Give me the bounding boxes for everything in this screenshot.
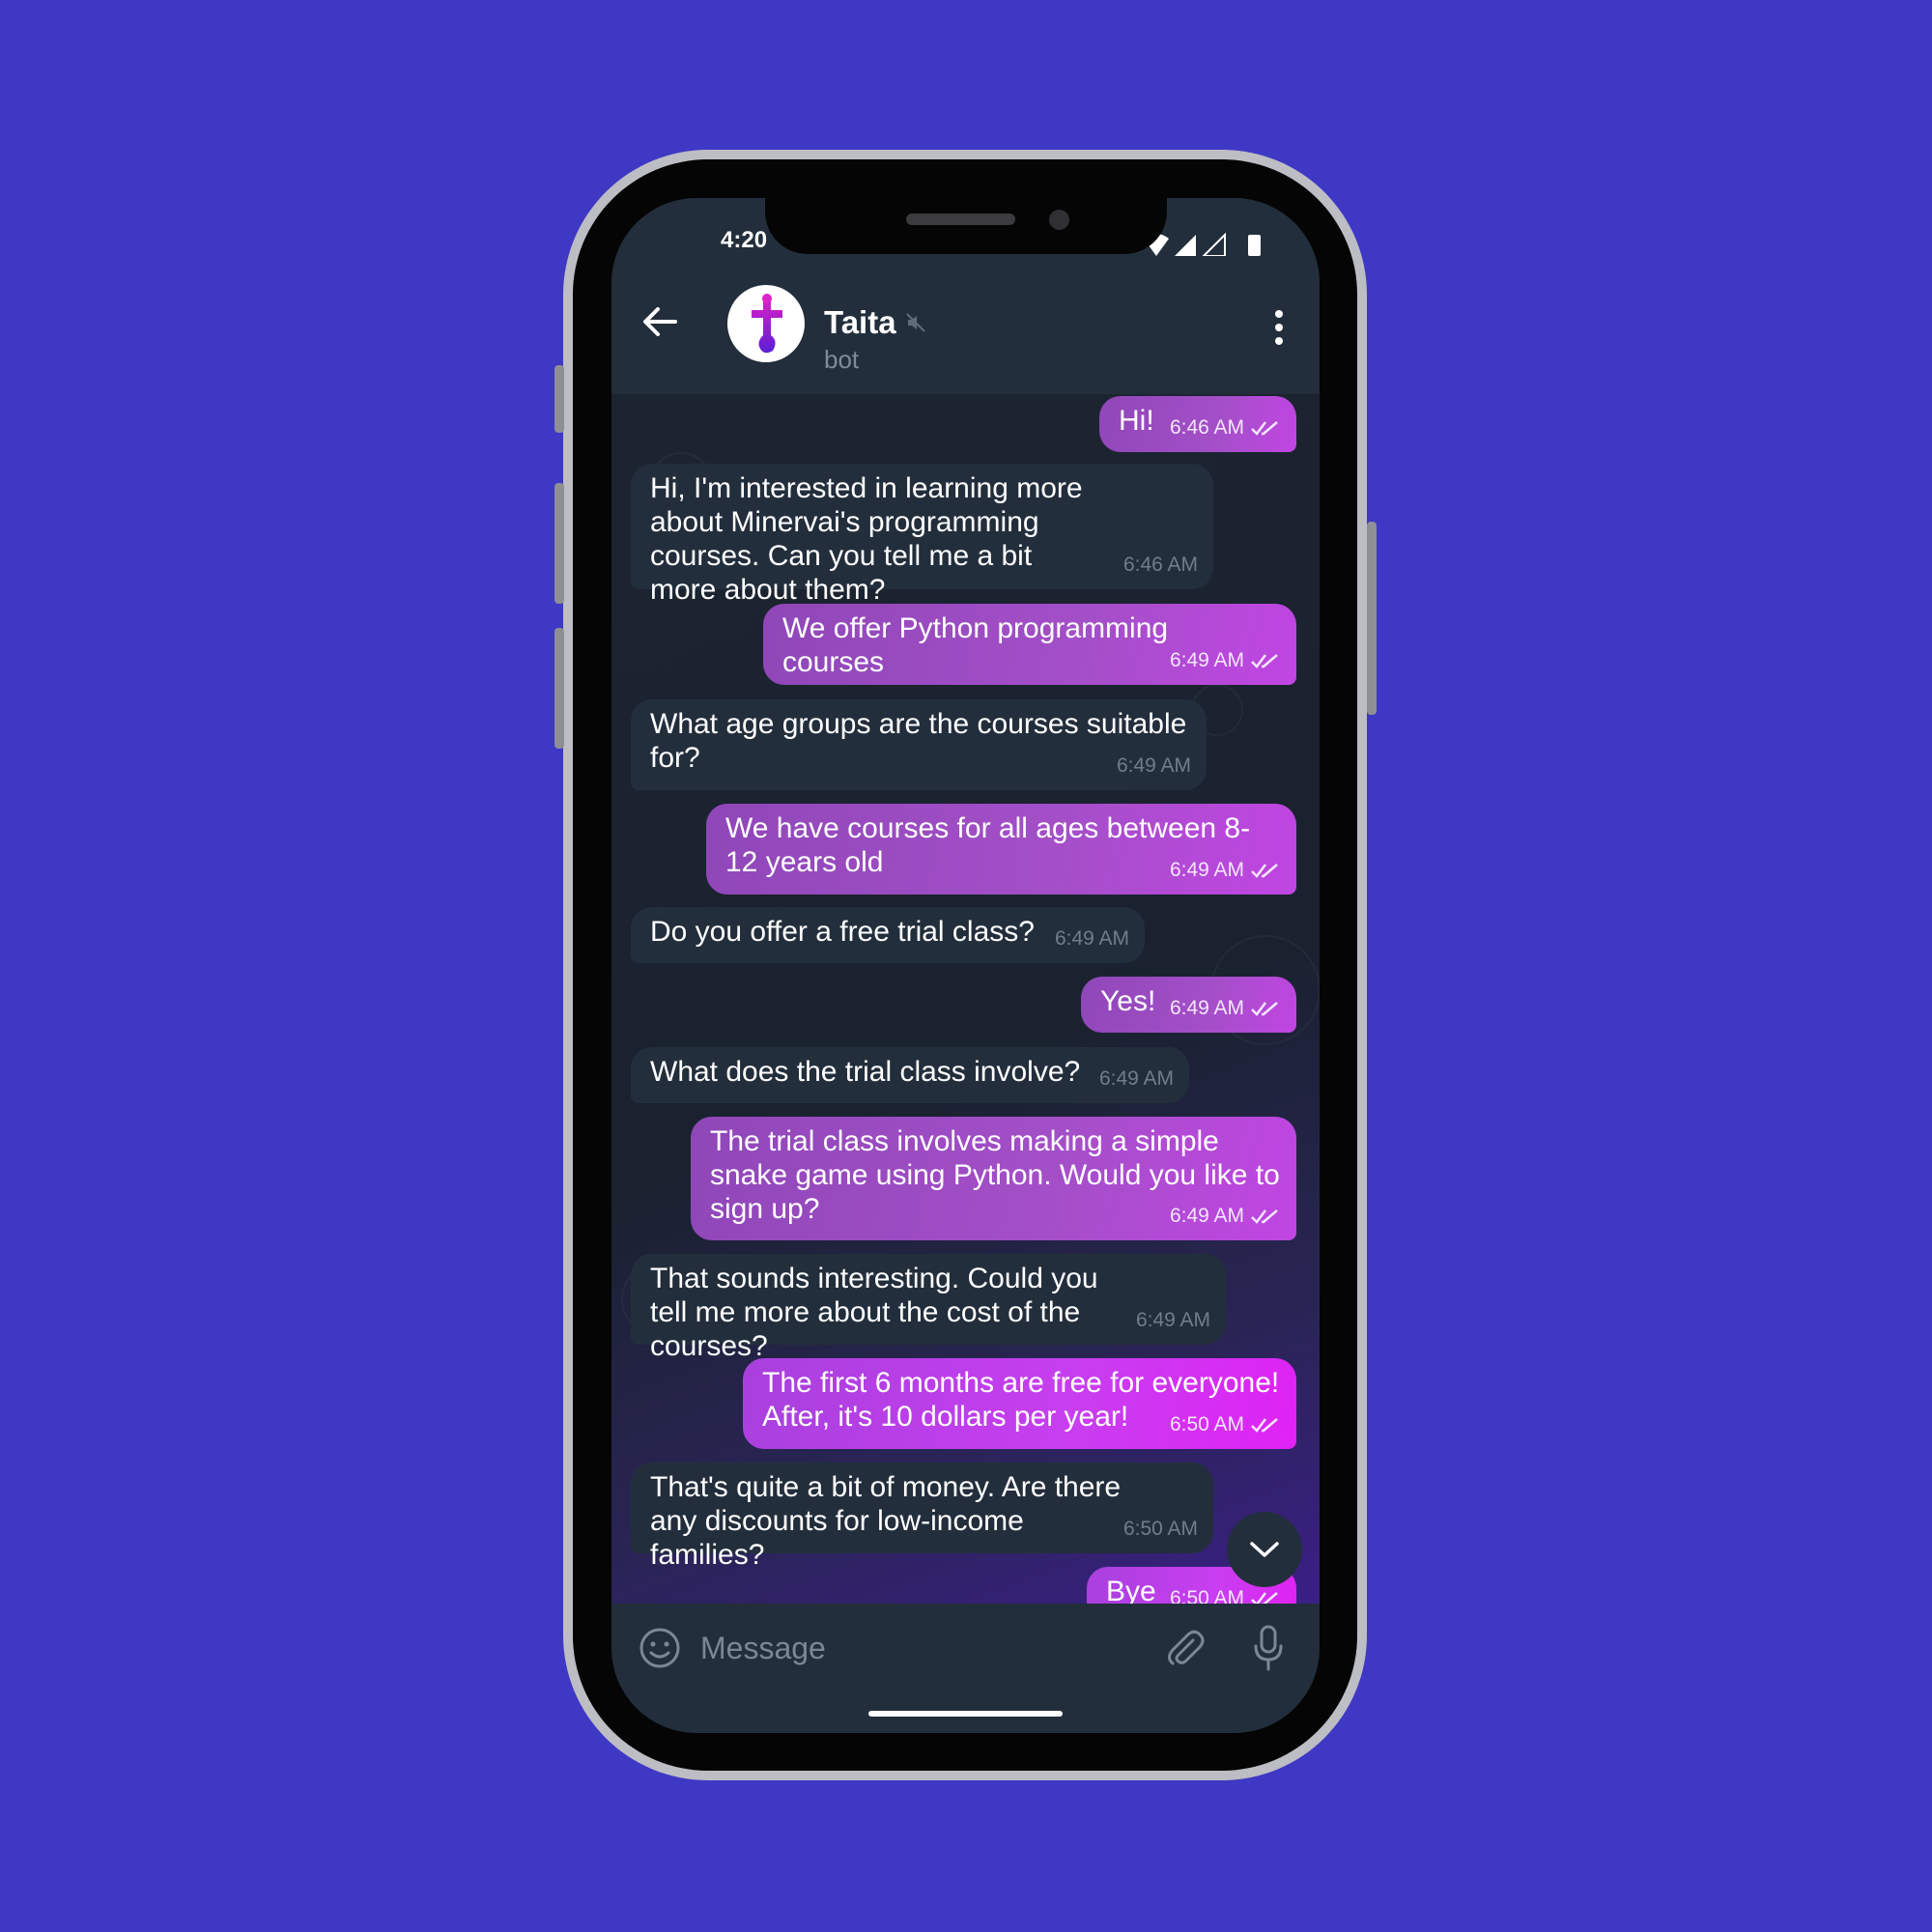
- message-time: 6:49 AM: [1135, 1309, 1210, 1331]
- signal-icon-2: [1201, 232, 1226, 257]
- message-meta: 6:49 AM: [1170, 853, 1281, 887]
- read-receipt-icon: [1251, 1002, 1278, 1017]
- message-time: 6:50 AM: [1169, 1413, 1244, 1435]
- message-bubble-incoming[interactable]: That sounds interesting. Could you tell …: [631, 1254, 1226, 1362]
- chat-subtitle: bot: [824, 345, 860, 374]
- read-receipt-icon: [1251, 1209, 1278, 1225]
- message-bubble-incoming[interactable]: Hi, I'm interested in learning more abou…: [631, 464, 1213, 606]
- message-bubble-incoming[interactable]: What does the trial class involve? 6:49 …: [631, 1047, 1189, 1103]
- message-bubble-incoming[interactable]: What age groups are the courses suitable…: [631, 699, 1207, 790]
- phone-volume-down-button: [554, 628, 564, 749]
- phone-notch: [765, 198, 1167, 254]
- emoji-icon[interactable]: [639, 1627, 681, 1669]
- chevron-down-icon: [1250, 1542, 1279, 1557]
- message-meta: 6:46 AM: [1170, 411, 1281, 444]
- muted-icon: [906, 313, 925, 332]
- back-arrow-icon[interactable]: [640, 302, 679, 341]
- phone-side-button: [554, 365, 564, 433]
- chat-header: Taita bot: [611, 256, 1320, 394]
- message-bubble-outgoing[interactable]: We offer Python programming courses 6:49…: [763, 604, 1296, 685]
- home-indicator[interactable]: [868, 1711, 1063, 1717]
- bot-logo-icon: [752, 294, 782, 354]
- scroll-to-bottom-button[interactable]: [1227, 1512, 1302, 1587]
- message-time: 6:49 AM: [1169, 649, 1244, 671]
- message-input[interactable]: [698, 1623, 1108, 1673]
- phone-volume-up-button: [554, 483, 564, 604]
- message-time: 6:49 AM: [1169, 1205, 1244, 1227]
- message-bubble-outgoing[interactable]: The first 6 months are free for everyone…: [743, 1358, 1296, 1449]
- signal-icon: [1175, 235, 1196, 256]
- message-composer: [611, 1604, 1320, 1690]
- message-text: What does the trial class involve?: [650, 1056, 1081, 1088]
- message-time: 6:49 AM: [1098, 1067, 1174, 1090]
- read-receipt-icon: [1251, 654, 1278, 669]
- message-time: 6:49 AM: [1116, 754, 1191, 777]
- message-time: 6:50 AM: [1169, 1587, 1244, 1604]
- message-time: 6:49 AM: [1054, 927, 1129, 950]
- front-camera: [1049, 210, 1069, 230]
- more-options-icon[interactable]: [1273, 308, 1285, 347]
- message-bubble-outgoing[interactable]: Yes! 6:49 AM: [1081, 977, 1296, 1033]
- navigation-bar: [611, 1690, 1320, 1733]
- message-text: What age groups are the courses suitable…: [650, 708, 1187, 774]
- message-list[interactable]: Hi! 6:46 AM Hi, I'm interested in learni…: [611, 394, 1320, 1604]
- message-meta: 6:50 AM: [1170, 1407, 1281, 1441]
- read-receipt-icon: [1251, 1418, 1278, 1434]
- microphone-icon[interactable]: [1254, 1625, 1283, 1671]
- message-time: 6:46 AM: [1169, 416, 1244, 439]
- read-receipt-icon: [1251, 1592, 1278, 1604]
- phone-screen: 4:20 Taita bot Hi! 6:46 AM Hi, I'm inter…: [611, 198, 1320, 1733]
- message-time: 6:46 AM: [1122, 554, 1198, 576]
- message-bubble-outgoing[interactable]: We have courses for all ages between 8-1…: [706, 804, 1296, 895]
- message-time: 6:49 AM: [1169, 859, 1244, 881]
- read-receipt-icon: [1251, 864, 1278, 879]
- battery-icon: [1248, 235, 1261, 256]
- avatar[interactable]: [727, 285, 805, 362]
- chat-title: Taita: [824, 304, 896, 340]
- message-meta: 6:49 AM: [1170, 991, 1281, 1025]
- message-meta: 6:49 AM: [1170, 1199, 1281, 1233]
- phone-speaker: [906, 213, 1015, 225]
- attach-icon[interactable]: [1164, 1627, 1207, 1669]
- message-text: That's quite a bit of money. Are there a…: [650, 1471, 1122, 1571]
- message-bubble-outgoing[interactable]: The trial class involves making a simple…: [691, 1117, 1296, 1240]
- message-bubble-incoming[interactable]: That's quite a bit of money. Are there a…: [631, 1463, 1213, 1571]
- message-bubble-incoming[interactable]: Do you offer a free trial class? 6:49 AM: [631, 907, 1145, 963]
- message-text: That sounds interesting. Could you tell …: [650, 1263, 1098, 1362]
- message-bubble-outgoing[interactable]: Hi! 6:46 AM: [1099, 396, 1296, 452]
- read-receipt-icon: [1251, 421, 1278, 437]
- message-time: 6:50 AM: [1122, 1518, 1198, 1540]
- message-meta: 6:49 AM: [1170, 643, 1281, 677]
- phone-power-button: [1367, 522, 1377, 715]
- status-time: 4:20: [721, 227, 768, 253]
- message-text: Hi, I'm interested in learning more abou…: [650, 472, 1083, 606]
- message-time: 6:49 AM: [1169, 997, 1244, 1019]
